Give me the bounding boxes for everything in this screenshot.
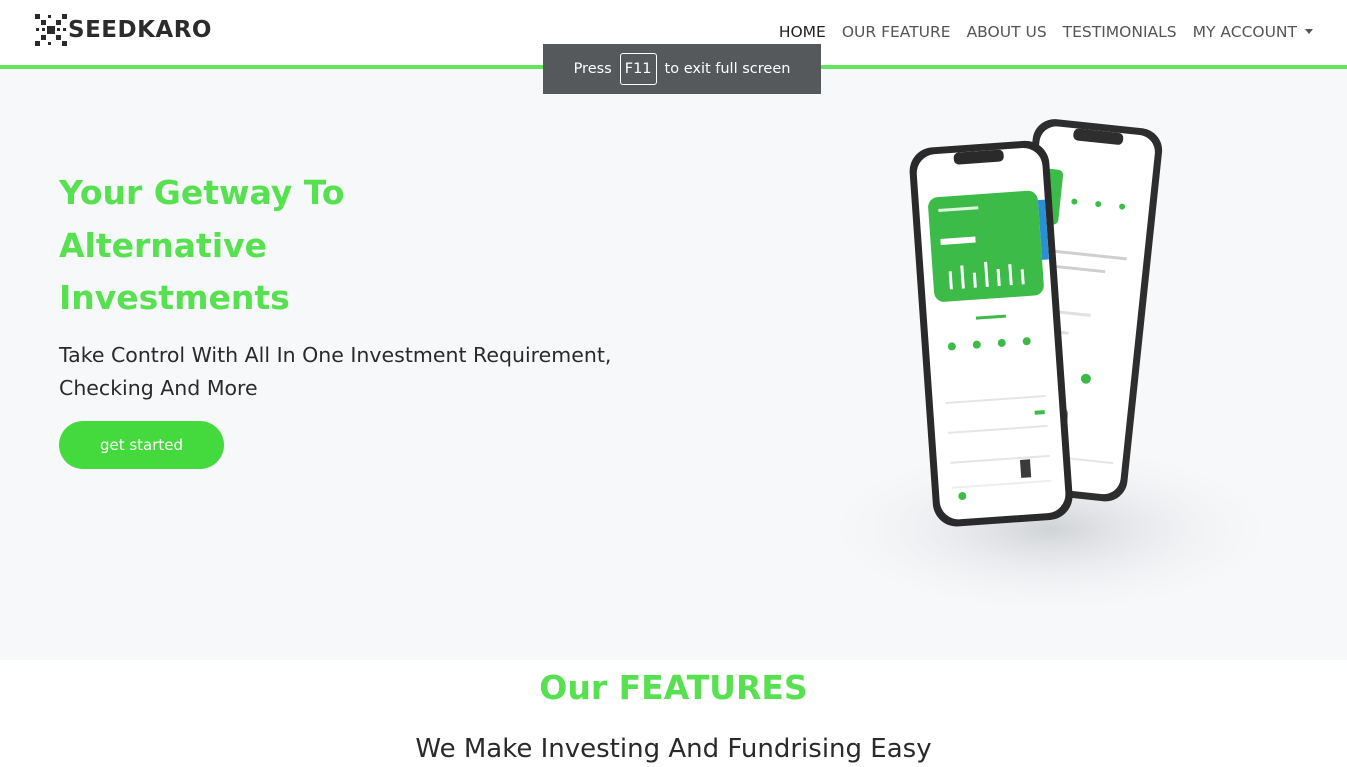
nav-item-home[interactable]: HOME — [779, 22, 826, 42]
nav-item-our-feature[interactable]: OUR FEATURE — [842, 22, 951, 42]
get-started-button[interactable]: get started — [59, 421, 224, 469]
fullscreen-exit-toast: Press F11 to exit full screen — [543, 44, 821, 94]
brand-name: SEEDKARO — [68, 17, 212, 43]
logo-icon — [35, 14, 67, 46]
hero-subtitle: Take Control With All In One Investment … — [59, 339, 619, 405]
phone-mockup-image — [810, 119, 1290, 619]
nav-item-my-account[interactable]: MY ACCOUNT — [1193, 22, 1313, 42]
hero-title-line: Investments — [59, 278, 290, 317]
toast-suffix: to exit full screen — [664, 61, 791, 77]
hero-subtitle-line: Checking And More — [59, 376, 258, 400]
caret-down-icon — [1305, 29, 1313, 34]
main-nav: HOME OUR FEATURE ABOUT US TESTIMONIALS M… — [779, 22, 1313, 42]
features-subtitle: We Make Investing And Fundrising Easy — [415, 734, 932, 764]
brand-logo[interactable]: SEEDKARO — [33, 12, 212, 48]
toast-key: F11 — [619, 53, 657, 85]
features-title: Our FEATURES — [539, 668, 808, 707]
hero-title-line: Alternative — [59, 225, 268, 265]
toast-prefix: Press — [573, 61, 612, 77]
hero-section: Your Getway To Alternative Investments T… — [0, 69, 1347, 660]
hero-title: Your Getway To Alternative Investments — [59, 167, 459, 325]
my-account-label: MY ACCOUNT — [1192, 23, 1297, 41]
nav-item-testimonials[interactable]: TESTIMONIALS — [1063, 22, 1177, 42]
hero-title-line: Your Getway To — [59, 173, 345, 212]
hero-subtitle-line: Take Control With All In One Investment … — [59, 343, 612, 367]
nav-item-about-us[interactable]: ABOUT US — [967, 22, 1047, 42]
